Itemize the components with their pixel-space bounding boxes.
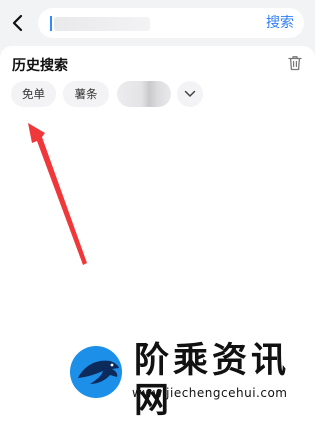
- clear-history-button[interactable]: [288, 55, 302, 71]
- history-chip-label: 免单: [22, 87, 45, 101]
- history-chip-label: 薯条: [74, 87, 98, 101]
- search-button[interactable]: 搜索: [266, 14, 294, 32]
- trash-icon: [288, 56, 302, 71]
- eagle-logo-icon: [70, 346, 122, 398]
- watermark-title: 阶乘资讯网: [134, 340, 291, 421]
- search-box[interactable]: 搜索: [38, 8, 304, 38]
- back-button[interactable]: [6, 10, 28, 36]
- search-input[interactable]: [48, 8, 256, 38]
- chevron-left-icon: [12, 14, 23, 32]
- history-title: 历史搜索: [12, 58, 68, 74]
- history-chip[interactable]: 免单: [11, 81, 56, 107]
- history-chip-blurred[interactable]: [117, 81, 171, 107]
- expand-history-button[interactable]: [177, 81, 203, 107]
- page: 搜索 历史搜索 免单 薯条 阶乘资讯网 www.jiechengcehui.co…: [0, 0, 315, 421]
- watermark-url: www.jiechengcehui.com: [132, 386, 288, 400]
- history-chip[interactable]: 薯条: [63, 81, 109, 107]
- chevron-down-icon: [184, 90, 196, 97]
